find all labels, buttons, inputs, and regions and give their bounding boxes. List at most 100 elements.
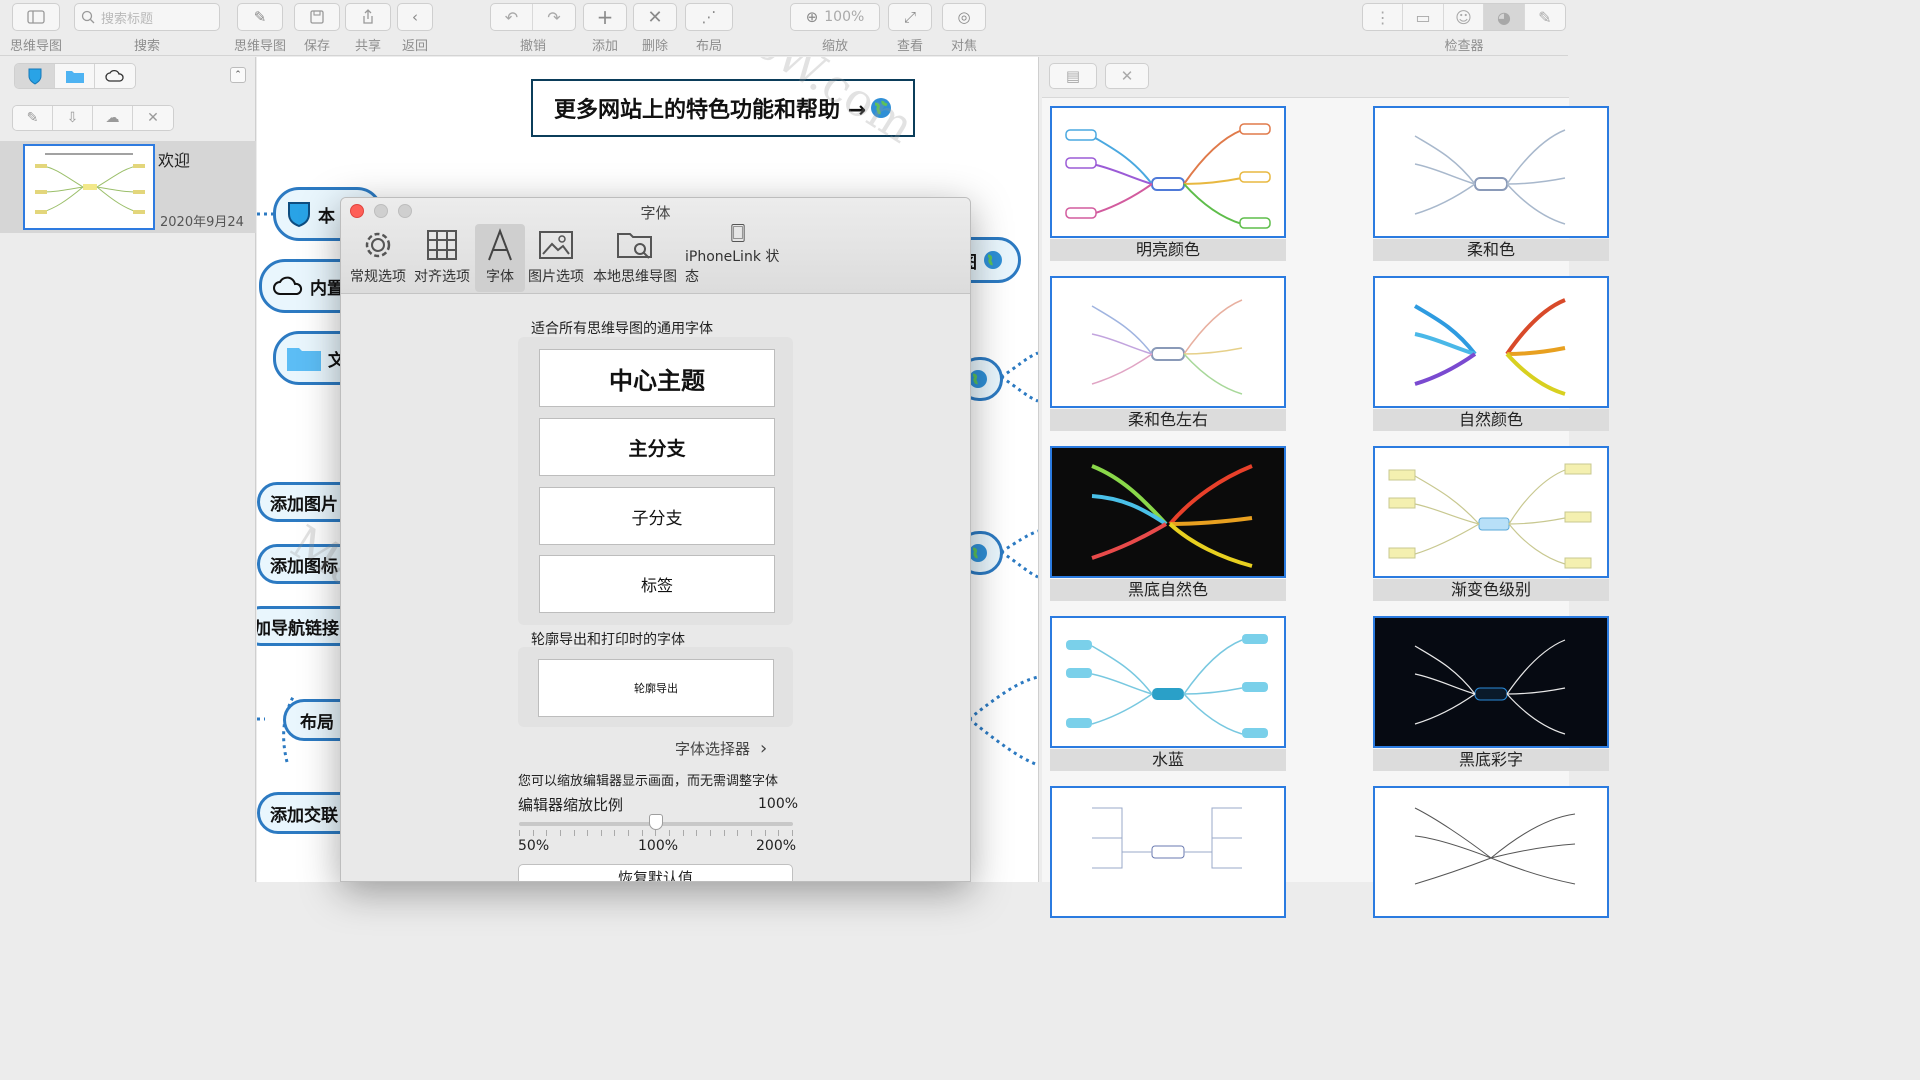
theme-dark-color-text[interactable]: 黑底彩字 (1373, 616, 1609, 772)
node-builtin-label: 内置 (310, 278, 344, 299)
close-icon[interactable]: ✕ (1105, 63, 1149, 89)
sidebar-actions: ✎ ⇩ ☁ ✕ (12, 105, 174, 131)
outline-export-font-box[interactable]: 轮廓导出 (538, 659, 774, 717)
sub-branch-font-box[interactable]: 子分支 (539, 487, 775, 545)
theme-bright[interactable]: 明亮颜色 (1050, 106, 1286, 262)
emoji-icon[interactable]: ☺ (1444, 4, 1485, 30)
import-icon[interactable]: ⇩ (53, 106, 93, 130)
label-font-box[interactable]: 标签 (539, 555, 775, 613)
font-preferences-dialog: 字体 常规选项 对齐选项 字体 图片选项 本地思维导图 iPhoneLink 状… (340, 197, 971, 882)
help-banner-link[interactable]: 更多网站上的特色功能和帮助 → (531, 79, 915, 137)
tab-image[interactable]: 图片选项 (527, 224, 585, 292)
theme-soft[interactable]: 柔和色 (1373, 106, 1609, 262)
tab-font-label: 字体 (486, 269, 514, 285)
back-button[interactable]: ‹ 返回 (397, 3, 433, 54)
tab-font[interactable]: 字体 (475, 224, 525, 292)
tab-folder[interactable] (55, 64, 95, 88)
theme-outline-1[interactable] (1050, 786, 1286, 942)
theme-label: 渐变色级别 (1373, 579, 1609, 601)
plus-icon: + (583, 3, 627, 31)
folder-icon (65, 71, 84, 83)
search-field-group: 搜索标题 搜索 (74, 3, 220, 54)
theme-label: 柔和色左右 (1050, 409, 1286, 431)
tablet-icon (731, 224, 745, 242)
tab-shield[interactable] (15, 64, 55, 88)
editor-zoom-slider-thumb[interactable] (649, 814, 663, 830)
save-button[interactable]: 保存 (294, 3, 340, 54)
document-title: 欢迎 (158, 151, 191, 170)
close-icon: ✕ (633, 3, 677, 31)
tab-alignment[interactable]: 对齐选项 (411, 224, 473, 292)
inspector-label: 检查器 (1444, 39, 1484, 54)
node-add-crosslink-label: 添加交联 (270, 805, 338, 826)
delete-button[interactable]: ✕ 删除 (633, 3, 677, 54)
undo-label: 撤销 (519, 39, 546, 54)
slider-max-label: 200% (756, 838, 797, 854)
theme-natural[interactable]: 自然颜色 (1373, 276, 1609, 432)
theme-preview (1050, 786, 1286, 918)
grid-icon (427, 230, 457, 260)
search-input[interactable]: 搜索标题 (74, 3, 220, 31)
share-button[interactable]: 共享 (345, 3, 391, 54)
undo-redo-group: ↶ ↷ 撤销 (490, 3, 576, 54)
note-icon[interactable]: ▭ (1403, 4, 1444, 30)
zoom-control[interactable]: ⊕ 100% 缩放 (790, 3, 880, 54)
theme-soft-lr[interactable]: 柔和色左右 (1050, 276, 1286, 432)
slider-mid-label: 100% (638, 838, 679, 854)
back-label: 返回 (401, 39, 428, 54)
zoom-value: 100% (824, 9, 865, 25)
documents-sidebar: ⌃ ✎ ⇩ ☁ ✕ 欢迎 2020年9月24 (0, 57, 256, 882)
mindmap-button-label: 思维导图 (234, 39, 287, 54)
tab-general-label: 常规选项 (350, 269, 406, 285)
sidebar-icon (12, 3, 60, 31)
add-button[interactable]: + 添加 (583, 3, 627, 54)
mindmap-button[interactable]: ✎ 思维导图 (234, 3, 286, 54)
theme-outline-2[interactable] (1373, 786, 1609, 942)
restore-defaults-button[interactable]: 恢复默认值 (518, 864, 793, 881)
font-icon (488, 228, 512, 261)
view-button[interactable]: ⤢ 查看 (888, 3, 932, 54)
document-item-welcome[interactable]: 欢迎 2020年9月24 (0, 141, 256, 233)
font-chooser-link[interactable]: 字体选择器 › (675, 738, 767, 759)
delete-label: 删除 (641, 39, 668, 54)
main-branch-font-box[interactable]: 主分支 (539, 418, 775, 476)
expand-icon: ⤢ (888, 3, 932, 31)
image-icon (539, 231, 573, 259)
palette-icon[interactable]: ◕ (1484, 4, 1525, 30)
document-date: 2020年9月24 (160, 215, 244, 230)
pen-icon[interactable]: ✎ (1525, 4, 1565, 30)
delete-doc-icon[interactable]: ✕ (133, 106, 173, 130)
outline-icon[interactable]: ⋮ (1363, 4, 1404, 30)
label-font-label: 标签 (640, 576, 673, 595)
layout-button[interactable]: ⋰ 布局 (685, 3, 733, 54)
theme-preview (1050, 446, 1286, 578)
central-topic-font-box[interactable]: 中心主题 (539, 349, 775, 407)
theme-dark-natural[interactable]: 黑底自然色 (1050, 446, 1286, 602)
chevron-right-icon: › (760, 738, 768, 759)
tab-local-mindmap[interactable]: 本地思维导图 (591, 224, 679, 292)
focus-button[interactable]: ◎ 对焦 (942, 3, 986, 54)
tab-cloud[interactable] (95, 64, 135, 88)
dialog-titlebar: 字体 常规选项 对齐选项 字体 图片选项 本地思维导图 iPhoneLink 状… (341, 198, 970, 294)
banner-text: 更多网站上的特色功能和帮助 → (553, 98, 867, 123)
cloud-upload-icon[interactable]: ☁ (93, 106, 133, 130)
theme-list-icon[interactable]: ▤ (1049, 63, 1097, 89)
dialog-title: 字体 (640, 204, 671, 222)
chevron-up-icon[interactable]: ⌃ (230, 67, 246, 83)
undo-icon[interactable]: ↶ (491, 4, 533, 30)
theme-gradient[interactable]: 渐变色级别 (1373, 446, 1609, 602)
theme-grid: 明亮颜色 柔和色 柔和色左右 自然颜色 黑底自然色 渐变色级别 水蓝 黑底彩字 (1042, 97, 1609, 918)
search-placeholder: 搜索标题 (101, 11, 154, 27)
tab-iphonelink[interactable]: iPhoneLink 状态 (685, 224, 791, 292)
zoom-in-icon: ⊕ (805, 8, 819, 26)
mindmap-sidebar-toggle[interactable]: 思维导图 (10, 3, 62, 54)
theme-aqua[interactable]: 水蓝 (1050, 616, 1286, 772)
new-doc-icon[interactable]: ✎ (13, 106, 53, 130)
search-icon (81, 10, 95, 24)
redo-icon[interactable]: ↷ (533, 4, 575, 30)
document-thumbnail (23, 144, 155, 230)
theme-preview (1050, 106, 1286, 238)
tab-general[interactable]: 常规选项 (347, 224, 409, 292)
theme-label: 自然颜色 (1373, 409, 1609, 431)
slider-ticks (519, 830, 793, 836)
